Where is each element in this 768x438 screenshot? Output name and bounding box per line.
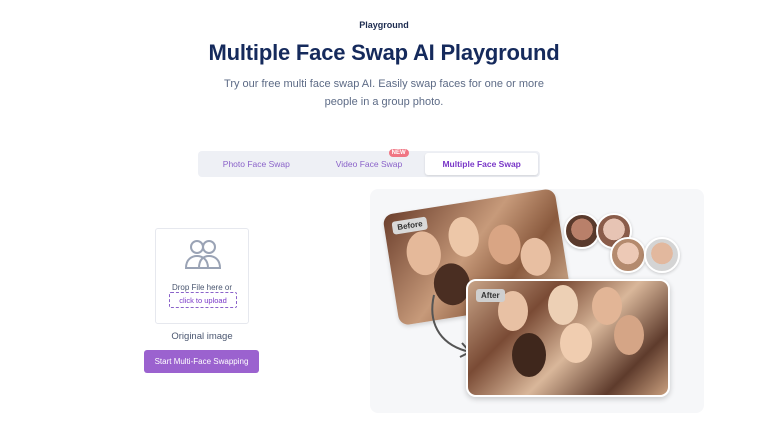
face-shape [485,222,524,267]
users-icon [184,240,222,269]
face-shape [517,235,554,278]
after-image: After [466,279,670,397]
tab-label: Photo Face Swap [222,159,290,169]
face-thumb [610,237,646,273]
face-thumb [564,213,600,249]
tab-photo-face-swap[interactable]: Photo Face Swap [200,153,313,175]
original-image-caption: Original image [171,331,233,342]
face-shape [512,333,546,377]
tab-label: Multiple Face Swap [442,159,521,169]
page-subtitle: Try our free multi face swap AI. Easily … [224,78,544,108]
start-multi-face-swap-button[interactable]: Start Multi-Face Swapping [144,350,259,373]
face-shape [548,285,578,325]
upload-dropzone[interactable]: Drop File here or click to upload [155,228,249,324]
face-shape [445,214,482,259]
click-to-upload-link[interactable]: click to upload [169,292,237,308]
face-shape [560,323,592,363]
face-shape [592,287,622,325]
after-label: After [476,289,505,302]
mode-tabs: Photo Face Swap Video Face Swap NEW Mult… [198,149,540,177]
face-thumb [644,237,680,273]
tab-label: Video Face Swap [335,159,403,169]
face-shape [614,315,644,355]
tab-multiple-face-swap[interactable]: Multiple Face Swap [425,153,539,175]
drop-instruction: Drop File here or [171,283,233,292]
page-title: Multiple Face Swap AI Playground [208,40,560,65]
new-badge: NEW [388,149,409,157]
tab-video-face-swap[interactable]: Video Face Swap NEW [313,149,426,175]
eyebrow-label: Playground [359,20,409,30]
preview-panel: Before After [370,189,704,413]
